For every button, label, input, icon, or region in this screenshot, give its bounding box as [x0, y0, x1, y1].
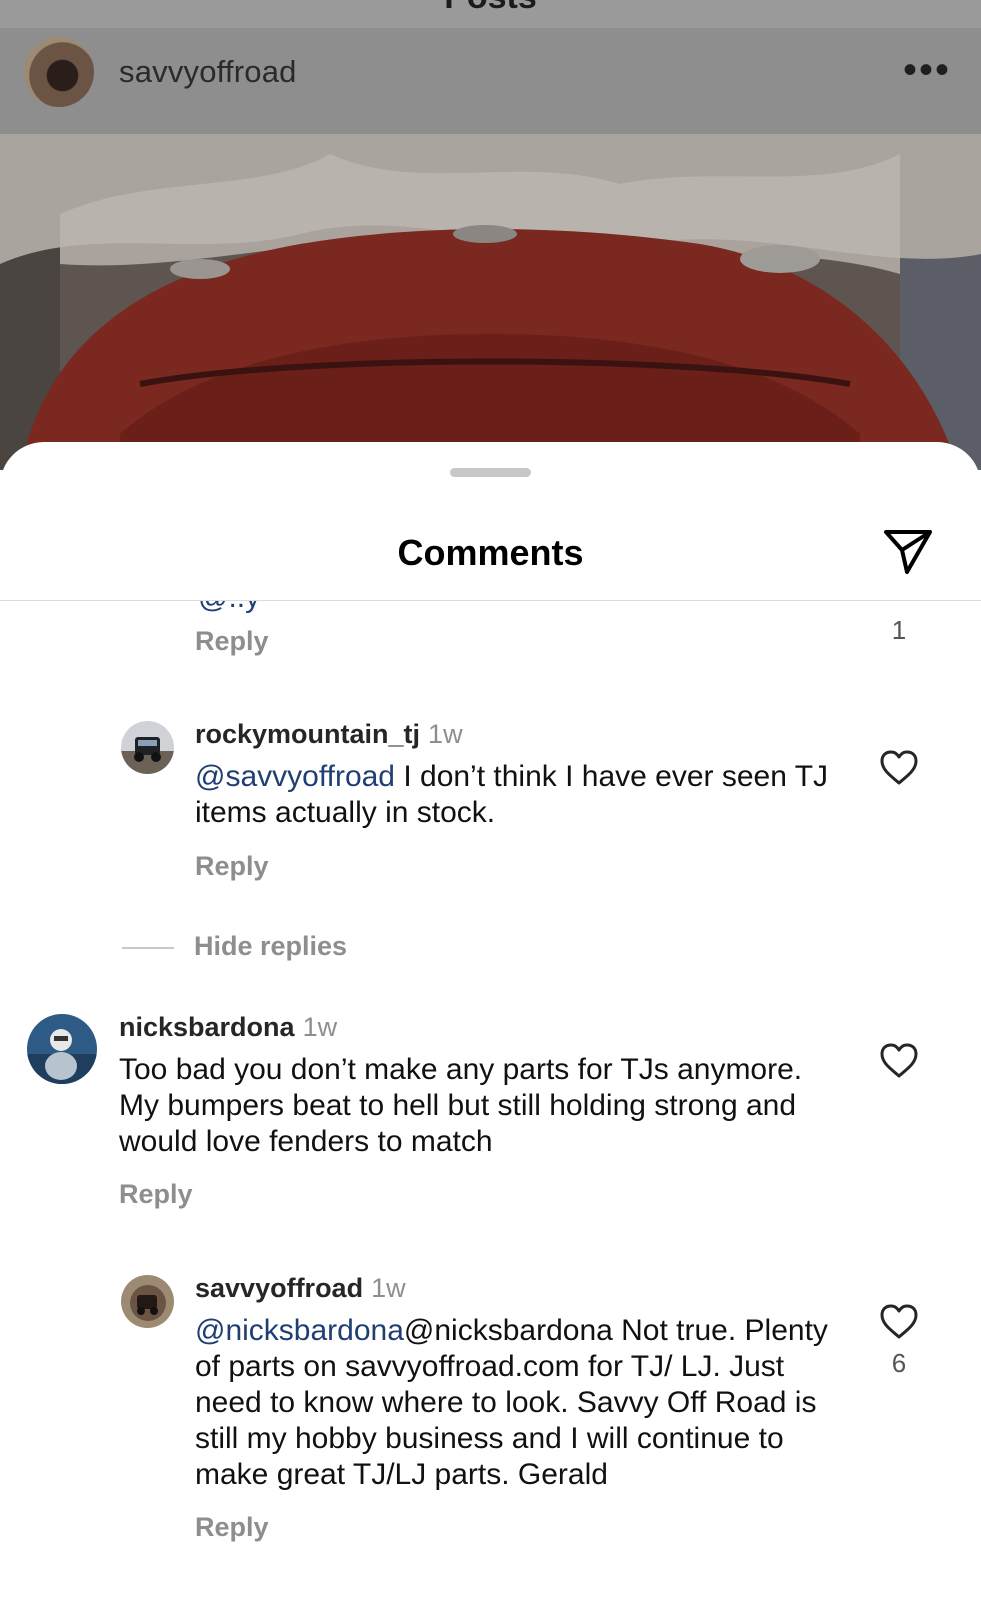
username-text[interactable]: nicksbardona: [119, 1012, 295, 1042]
like-count: 6: [891, 1348, 907, 1378]
heart-icon[interactable]: [879, 749, 919, 787]
comment-username[interactable]: savvyoffroad 1w: [195, 1273, 406, 1304]
paper-plane-icon[interactable]: [882, 526, 934, 578]
comment-cut-text: @..y: [198, 601, 260, 615]
comment-text: @savvyoffroad I don’t think I have ever …: [195, 759, 845, 831]
mention-link[interactable]: @nicksbardona: [195, 1314, 404, 1347]
sheet-drag-handle[interactable]: [450, 468, 531, 477]
reply-button[interactable]: Reply: [119, 1179, 193, 1210]
comment-time: 1w: [371, 1273, 406, 1303]
more-options-icon[interactable]: •••: [903, 50, 951, 90]
reply-button[interactable]: Reply: [195, 1512, 269, 1543]
reply-button[interactable]: Reply: [195, 851, 269, 882]
avatar[interactable]: [27, 1014, 97, 1084]
comment-text: @nicksbardona@nicksbardona Not true. Ple…: [195, 1313, 845, 1493]
comment-list[interactable]: @..y Reply 1 rockymountain_tj 1w @savvyof…: [0, 601, 981, 1600]
heart-icon[interactable]: [879, 1042, 919, 1080]
comment-username[interactable]: nicksbardona 1w: [119, 1012, 337, 1043]
username-text[interactable]: savvyoffroad: [195, 1273, 363, 1303]
hide-replies-button[interactable]: Hide replies: [122, 931, 347, 962]
like-count: 1: [891, 615, 907, 645]
comment-time: 1w: [428, 719, 463, 749]
comments-sheet: Comments @..y Reply 1 rockymounta: [0, 442, 981, 1600]
page-title: Posts: [0, 0, 981, 17]
mention-link[interactable]: @savvyoffroad: [195, 760, 395, 793]
post-background: Posts savvyoffroad •••: [0, 0, 981, 470]
hide-replies-label: Hide replies: [194, 931, 348, 961]
post-header: savvyoffroad •••: [0, 28, 981, 134]
top-title-strip: Posts: [0, 0, 981, 28]
reply-button[interactable]: Reply: [195, 626, 269, 657]
hide-replies-line: [122, 946, 174, 949]
post-author-username[interactable]: savvyoffroad: [119, 54, 297, 90]
comment-username[interactable]: rockymountain_tj 1w: [195, 719, 463, 750]
post-author-avatar[interactable]: [24, 37, 94, 107]
username-text[interactable]: rockymountain_tj: [195, 719, 420, 749]
heart-icon[interactable]: [879, 1303, 919, 1341]
sheet-title: Comments: [397, 532, 584, 573]
comment-time: 1w: [302, 1012, 338, 1042]
comment-text: Too bad you don’t make any parts for TJs…: [119, 1053, 803, 1158]
avatar[interactable]: [121, 721, 174, 774]
avatar[interactable]: [121, 1275, 174, 1328]
post-image: [0, 134, 981, 470]
